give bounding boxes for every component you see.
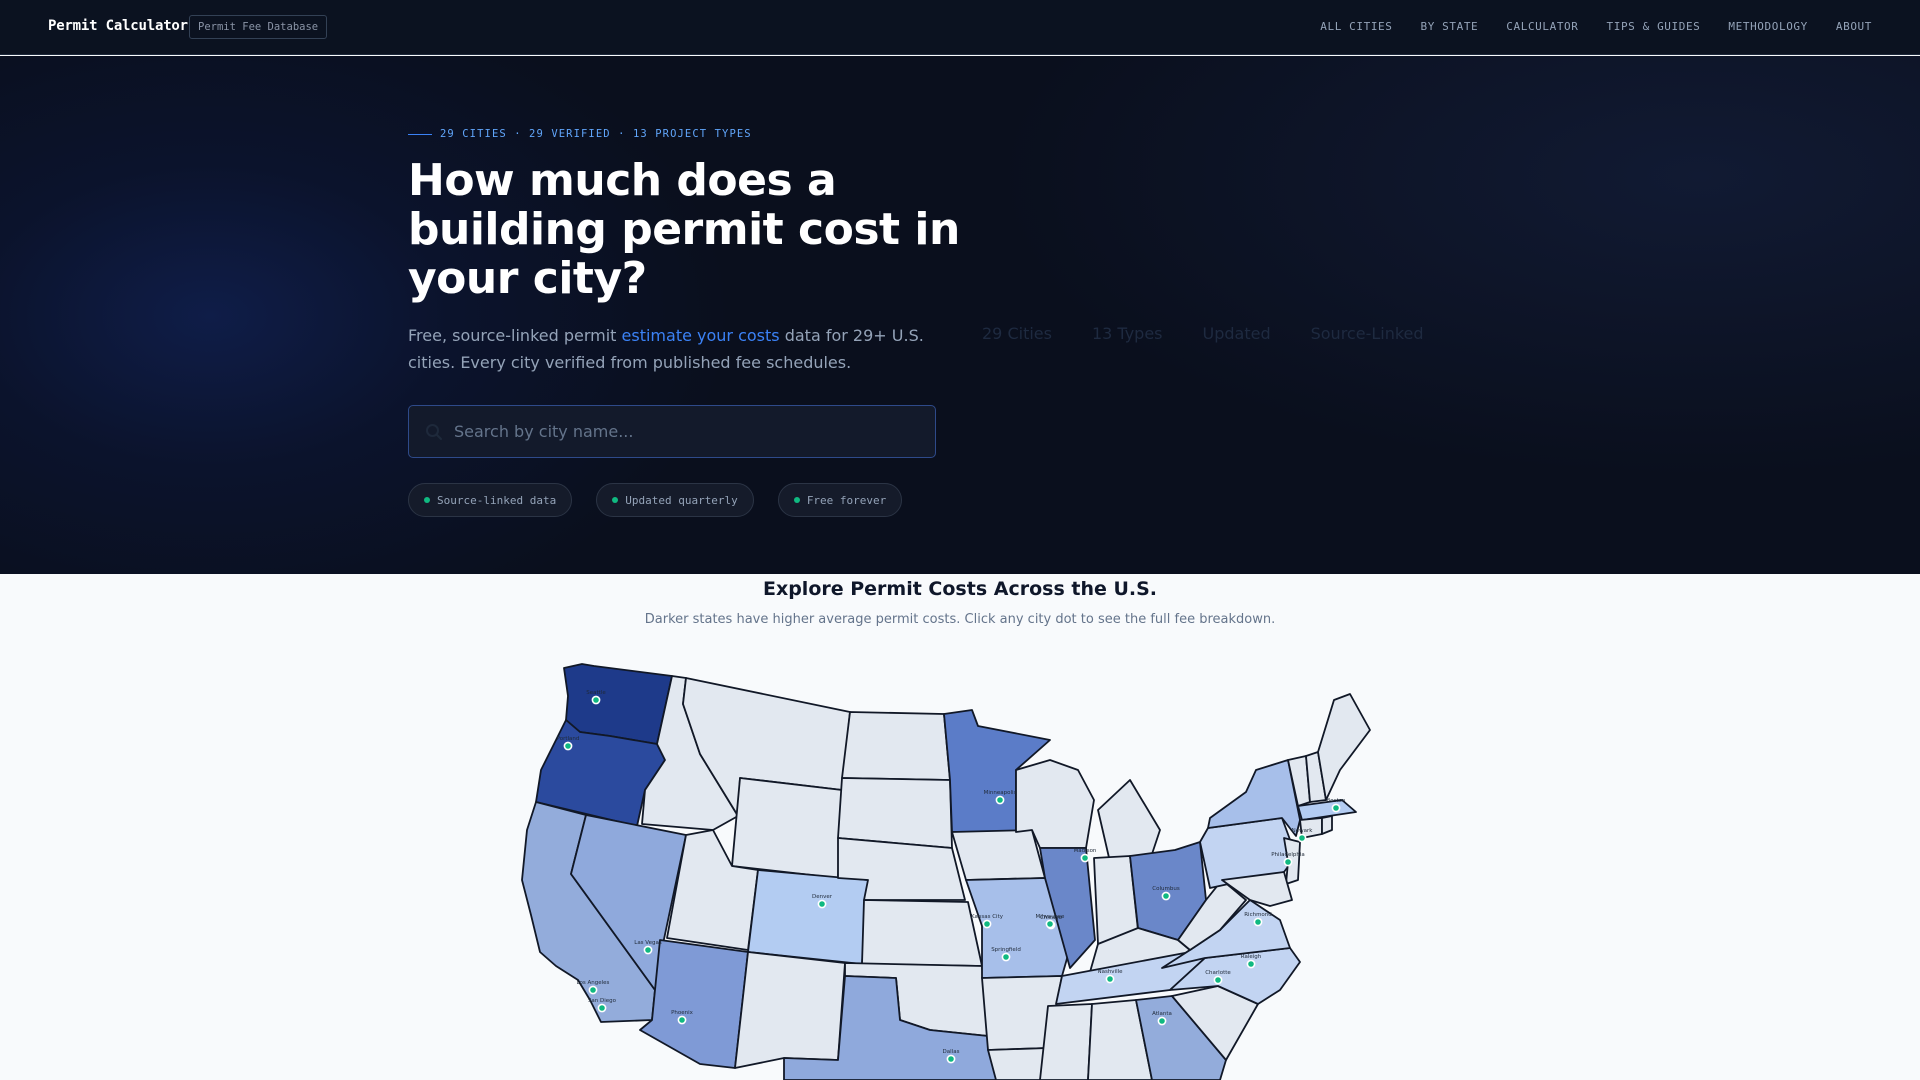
city-search-input[interactable] xyxy=(454,406,924,457)
pill-dot xyxy=(612,497,619,503)
pill-dot xyxy=(793,497,800,503)
map-section: Seattle Portland Minneapolis Madison Chicago… xyxy=(0,574,1920,1080)
city-label-san-diego: San Diego xyxy=(588,998,617,1004)
pill-source-linked: Source-linked data xyxy=(408,483,573,517)
city-dot-san-diego[interactable] xyxy=(597,1003,607,1013)
city-dot-atlanta[interactable] xyxy=(1157,1016,1167,1026)
pill-updated-quarterly: Updated quarterly xyxy=(596,483,754,517)
us-permit-map: SeattlePortlandMinneapolisMadisonChicago… xyxy=(521,663,1371,1080)
pill-dot xyxy=(424,497,430,503)
city-label-las-vegas: Las Vegas xyxy=(634,940,662,946)
city-label-nashville: Nashville xyxy=(1097,969,1123,975)
city-label-phoenix: Phoenix xyxy=(671,1010,694,1016)
city-dot-phoenix[interactable] xyxy=(677,1015,687,1025)
city-dot-minneapolis[interactable] xyxy=(995,795,1005,805)
faint-stat: 13 Types xyxy=(1091,324,1163,343)
city-dot-boston[interactable] xyxy=(1331,803,1341,813)
city-label-seattle: Seattle xyxy=(586,690,606,696)
city-dot-dallas[interactable] xyxy=(946,1054,956,1064)
city-label-minneapolis: Minneapolis xyxy=(984,790,1017,796)
city-dot-springfield[interactable] xyxy=(1001,952,1011,962)
faint-stat: Source-Linked xyxy=(1310,324,1424,343)
pill-label: Free forever xyxy=(806,493,887,507)
city-label-columbus: Columbus xyxy=(1152,886,1180,892)
hero-section: 29 CITIES · 29 VERIFIED · 13 PROJECT TYP… xyxy=(0,56,1920,574)
nav-link-tips-guides[interactable]: TIPS & GUIDES xyxy=(1607,20,1701,33)
faint-stat: Updated xyxy=(1202,324,1271,343)
state-new-mexico xyxy=(734,951,846,1069)
city-dot-columbus[interactable] xyxy=(1161,891,1171,901)
city-dot-kansas-city[interactable] xyxy=(982,919,992,929)
pill-free-forever: Free forever xyxy=(777,483,903,517)
city-dot-raleigh[interactable] xyxy=(1246,959,1256,969)
nav-link-by-state[interactable]: BY STATE xyxy=(1421,20,1479,33)
city-dot-los-angeles[interactable] xyxy=(588,985,598,995)
city-label-milwaukee: Milwaukee xyxy=(1036,914,1066,920)
city-dot-las-vegas[interactable] xyxy=(643,945,653,955)
search-icon xyxy=(426,424,442,440)
nav-link-all-cities[interactable]: ALL CITIES xyxy=(1320,20,1392,33)
feature-pills: Source-linked data Updated quarterly Fre… xyxy=(408,483,903,517)
city-label-boston: Boston xyxy=(1326,798,1346,804)
city-dot-denver[interactable] xyxy=(817,899,827,909)
city-dot-milwaukee[interactable] xyxy=(1045,919,1055,929)
state-wyoming xyxy=(731,777,843,879)
state-iowa xyxy=(951,829,1046,881)
city-label-charlotte: Charlotte xyxy=(1205,970,1231,976)
city-label-springfield: Springfield xyxy=(991,947,1021,953)
city-dot-seattle[interactable] xyxy=(591,695,601,705)
city-label-denver: Denver xyxy=(812,894,833,900)
city-dot-portland[interactable] xyxy=(563,741,573,751)
city-dot-richmond[interactable] xyxy=(1253,917,1263,927)
city-dot-philadelphia[interactable] xyxy=(1283,857,1293,867)
city-label-madison: Madison xyxy=(1074,848,1097,854)
nav-link-methodology[interactable]: METHODOLOGY xyxy=(1728,20,1807,33)
city-dot-charlotte[interactable] xyxy=(1213,975,1223,985)
hero-eyebrow: 29 CITIES · 29 VERIFIED · 13 PROJECT TYP… xyxy=(408,128,752,140)
map-subtitle: Darker states have higher average permit… xyxy=(644,612,1276,627)
city-label-raleigh: Raleigh xyxy=(1241,954,1262,960)
nav-links: ALL CITIES BY STATE CALCULATOR TIPS & GU… xyxy=(1320,20,1872,33)
state-michigan xyxy=(1097,779,1161,863)
state-kansas xyxy=(861,899,983,967)
state-maine xyxy=(1317,693,1371,801)
state-north-dakota xyxy=(841,711,951,781)
state-colorado xyxy=(747,869,869,965)
hero-sub-before: Free, source-linked permit xyxy=(408,326,622,345)
city-dot-nashville[interactable] xyxy=(1105,974,1115,984)
eyebrow-line xyxy=(408,133,432,135)
faint-stats-row: 29 Cities 13 Types Updated Source-Linked xyxy=(982,324,1424,343)
city-label-philadelphia: Philadelphia xyxy=(1271,852,1305,858)
map-title: Explore Permit Costs Across the U.S. xyxy=(762,578,1158,600)
state-rhode-island xyxy=(1321,815,1333,835)
city-label-portland: Portland xyxy=(557,736,580,742)
top-navbar: Permit Calculator Permit Fee Database AL… xyxy=(0,0,1920,55)
city-label-atlanta: Atlanta xyxy=(1152,1011,1172,1017)
pill-label: Updated quarterly xyxy=(625,493,738,507)
city-dot-newark[interactable] xyxy=(1297,833,1307,843)
state-louisiana xyxy=(987,1047,1049,1080)
nav-link-about[interactable]: ABOUT xyxy=(1836,20,1872,33)
brand-badge: Permit Fee Database xyxy=(189,15,328,39)
city-dot-madison[interactable] xyxy=(1080,853,1090,863)
nav-link-calculator[interactable]: CALCULATOR xyxy=(1506,20,1578,33)
city-label-los-angeles: Los Angeles xyxy=(577,980,610,986)
brand-logo[interactable]: Permit Calculator xyxy=(48,18,188,34)
estimate-costs-link[interactable]: estimate your costs xyxy=(622,326,780,345)
state-south-dakota xyxy=(837,777,953,849)
city-label-richmond: Richmond xyxy=(1244,912,1272,918)
city-search-box[interactable] xyxy=(408,405,936,458)
eyebrow-text: 29 CITIES · 29 VERIFIED · 13 PROJECT TYP… xyxy=(440,128,752,140)
hero-title: How much does a building permit cost in … xyxy=(408,155,960,304)
pill-label: Source-linked data xyxy=(437,493,557,507)
city-label-kansas-city: Kansas City xyxy=(971,914,1004,920)
city-label-dallas: Dallas xyxy=(943,1049,960,1055)
city-label-newark: Newark xyxy=(1292,828,1314,834)
state-mississippi xyxy=(1039,1003,1093,1080)
faint-stat: 29 Cities xyxy=(982,324,1052,343)
hero-subtitle: Free, source-linked permit estimate your… xyxy=(408,322,928,376)
